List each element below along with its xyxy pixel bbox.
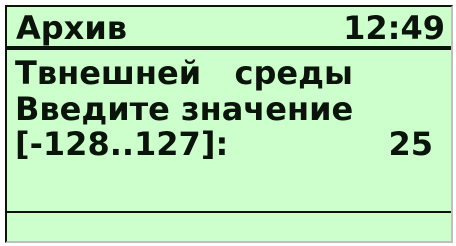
value-range-label: [-128..127]:: [15, 125, 229, 163]
screen-header: Архив 12:49: [7, 7, 451, 50]
footer-divider: [7, 211, 451, 213]
value-input[interactable]: 25: [388, 126, 433, 162]
clock: 12:49: [343, 9, 445, 47]
lcd-screen: Архив 12:49 Твнешней среды Введите значе…: [5, 5, 453, 243]
parameter-name-line: Твнешней среды: [15, 54, 353, 92]
prompt-line: Введите значение: [15, 90, 354, 128]
screen-title: Архив: [16, 9, 127, 47]
